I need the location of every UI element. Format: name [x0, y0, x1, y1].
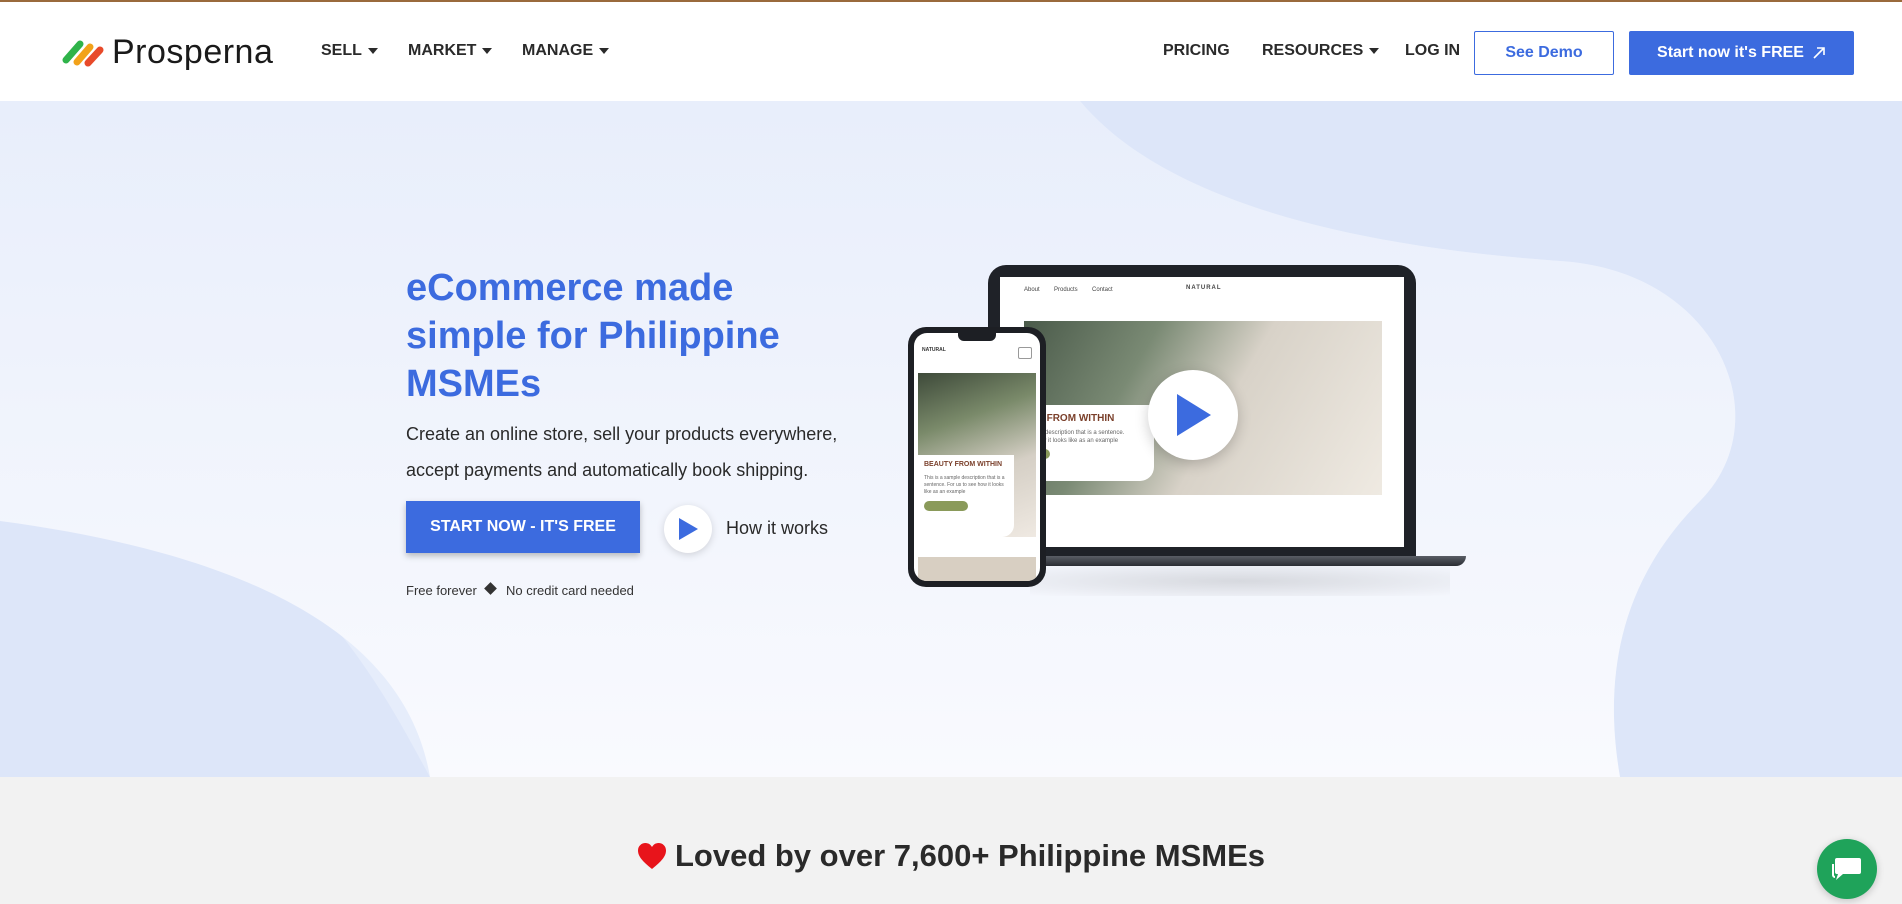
hero-subtitle: Create an online store, sell your produc… — [406, 424, 838, 480]
nav-resources[interactable]: RESOURCES — [1262, 42, 1380, 60]
chat-icon — [1832, 858, 1861, 880]
laptop-shadow — [1030, 566, 1450, 596]
start-free-button[interactable]: Start now it's FREE — [1629, 31, 1854, 75]
hamburger-menu-icon — [1018, 347, 1032, 359]
nav-sell[interactable]: SELL — [321, 42, 378, 60]
nav-resources-label: RESOURCES — [1262, 42, 1364, 59]
phone-mockup: NATURAL BEAUTY FROM WITHIN This is a sam… — [908, 327, 1046, 587]
no-credit-card-note: No credit card needed — [506, 583, 634, 598]
prosperna-logo-icon — [62, 40, 104, 67]
store-nav-contact: Contact — [1092, 287, 1113, 293]
loved-title-text: Loved by over 7,600+ Philippine MSMEs — [674, 838, 1266, 873]
store-nav-products: Products — [1054, 287, 1078, 293]
phone-notch — [958, 333, 996, 341]
nav-sell-label: SELL — [321, 42, 362, 59]
nav-login[interactable]: LOG IN — [1405, 42, 1460, 60]
play-icon — [1177, 394, 1211, 436]
store-brand: NATURAL — [1186, 285, 1222, 291]
see-demo-button[interactable]: See Demo — [1474, 31, 1614, 75]
laptop-base — [1010, 556, 1466, 566]
chevron-down-icon — [367, 48, 378, 54]
phone-hero-card: BEAUTY FROM WITHIN This is a sample desc… — [918, 455, 1014, 537]
start-free-label: Start now it's FREE — [1657, 44, 1804, 61]
phone-hero-heading: BEAUTY FROM WITHIN — [924, 461, 1003, 468]
nav-market[interactable]: MARKET — [408, 42, 493, 60]
how-it-works-link[interactable]: How it works — [726, 518, 828, 539]
loved-section: Loved by over 7,600+ Philippine MSMEs — [0, 777, 1902, 904]
store-nav: About Products Contact NATURAL — [1000, 277, 1404, 303]
chevron-down-icon — [599, 48, 610, 54]
heart-icon — [637, 843, 666, 869]
brand-name: Prosperna — [112, 32, 274, 71]
nav-manage-label: MANAGE — [522, 42, 594, 59]
nav-manage[interactable]: MANAGE — [522, 42, 610, 60]
hero-title: eCommerce made simple for Philippine MSM… — [406, 267, 780, 405]
nav-pricing-label: PRICING — [1163, 42, 1230, 59]
store-nav-about: About — [1024, 287, 1040, 293]
nav-pricing[interactable]: PRICING — [1163, 42, 1230, 60]
chevron-down-icon — [482, 48, 493, 54]
brand-logo[interactable]: Prosperna — [60, 32, 273, 72]
how-it-works-play-button[interactable] — [664, 505, 712, 553]
phone-hero-description: This is a sample description that is a s… — [924, 475, 1005, 495]
chevron-down-icon — [1369, 48, 1380, 54]
chat-widget-button[interactable] — [1817, 839, 1877, 899]
nav-login-label: LOG IN — [1405, 42, 1461, 59]
external-link-icon — [1813, 47, 1825, 59]
nav-market-label: MARKET — [408, 42, 477, 59]
phone-product-image — [918, 557, 1036, 581]
phone-screen: NATURAL BEAUTY FROM WITHIN This is a sam… — [914, 333, 1040, 581]
hero-section: eCommerce made simple for Philippine MSM… — [0, 101, 1902, 777]
play-icon — [679, 518, 698, 540]
video-play-button[interactable] — [1148, 370, 1238, 460]
phone-order-button — [924, 501, 968, 511]
loved-title: Loved by over 7,600+ Philippine MSMEs — [0, 838, 1902, 874]
phone-store-brand: NATURAL — [922, 347, 946, 353]
free-forever-note: Free forever — [406, 583, 477, 598]
start-now-button[interactable]: START NOW - IT'S FREE — [406, 501, 640, 553]
site-header: Prosperna SELL MARKET MANAGE PRICING RES… — [0, 2, 1902, 101]
